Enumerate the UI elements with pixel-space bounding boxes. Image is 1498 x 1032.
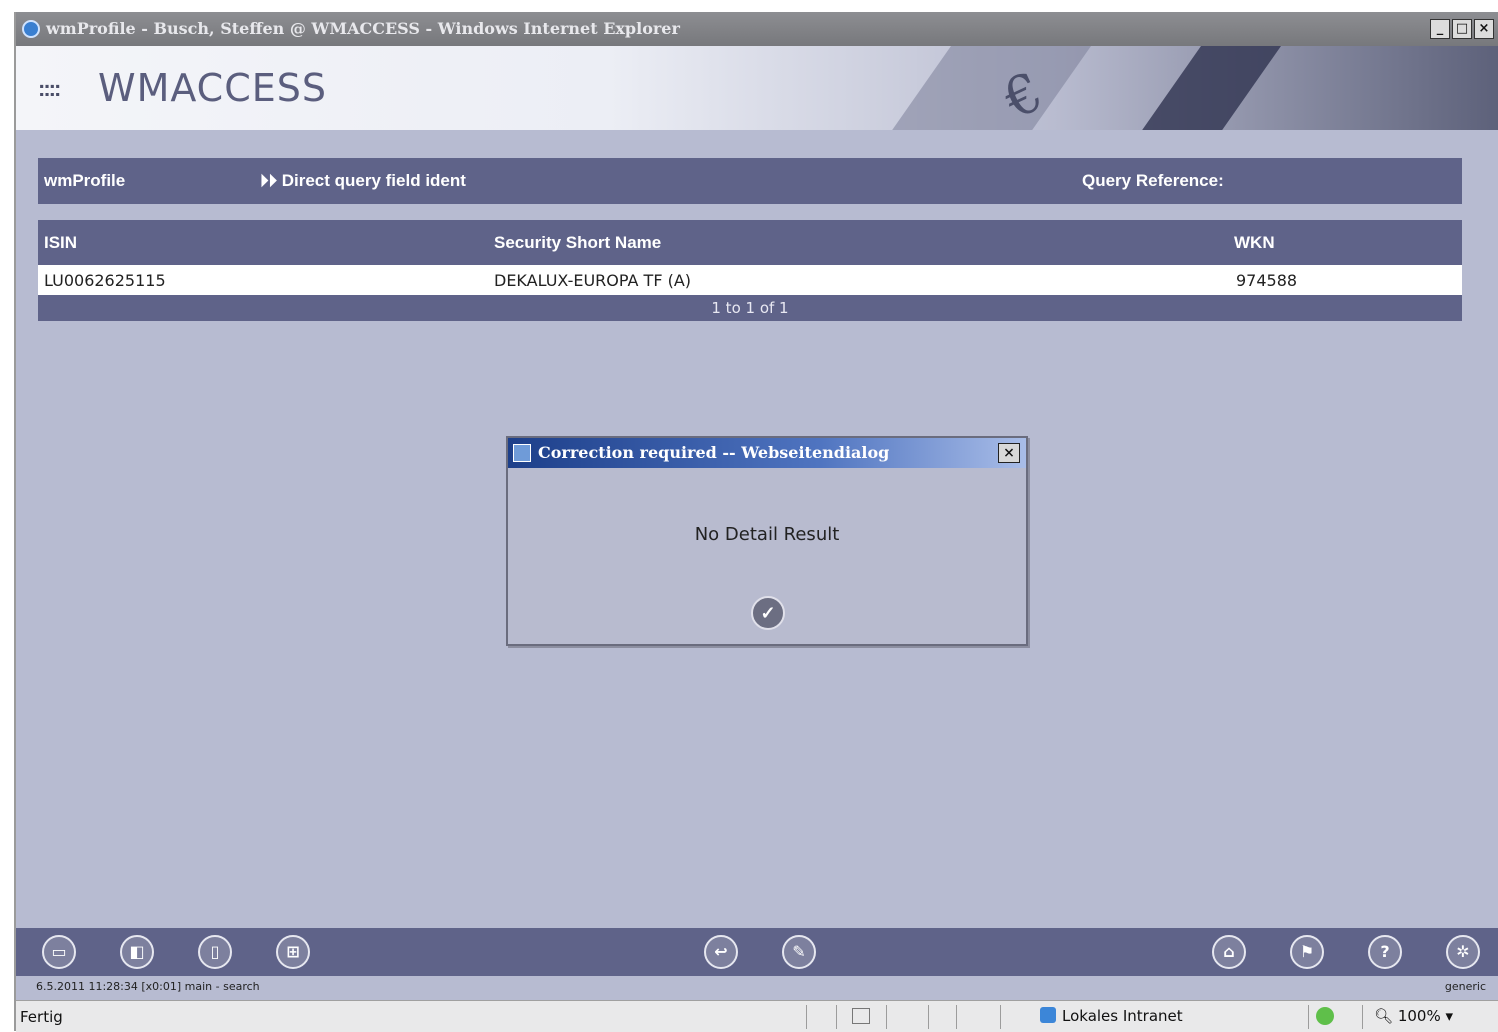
status-divider [928, 1005, 929, 1029]
home-button[interactable]: ⌂ [1212, 935, 1246, 969]
ie-icon [22, 20, 40, 38]
cell-security-short-name: DEKALUX-EUROPA TF (A) [494, 271, 692, 290]
help-button[interactable]: ? [1368, 935, 1402, 969]
status-divider [1362, 1005, 1363, 1029]
results-table-header: ISIN Security Short Name WKN [38, 220, 1462, 265]
zone-label: Lokales Intranet [1062, 1007, 1183, 1025]
security-zone[interactable]: Lokales Intranet [1040, 1007, 1183, 1025]
window-title: wmProfile - Busch, Steffen @ WMACCESS - … [46, 19, 680, 38]
column-header-isin[interactable]: ISIN [44, 233, 77, 253]
settings-button[interactable]: ✲ [1446, 935, 1480, 969]
toolbar-button-4[interactable]: ⊞ [276, 935, 310, 969]
toolbar-button-2[interactable]: ◧ [120, 935, 154, 969]
toolbar-button-5[interactable]: ↩ [704, 935, 738, 969]
status-divider [886, 1005, 887, 1029]
intranet-icon [1040, 1007, 1056, 1023]
cell-wkn: 974588 [1236, 271, 1298, 290]
bottom-toolbar: ▭ ◧ ▯ ⊞ ↩ ✎ ⌂ ⚑ ? ✲ [16, 928, 1498, 976]
title-bar: wmProfile - Busch, Steffen @ WMACCESS - … [16, 12, 1498, 46]
query-mode: ⏵⏵ Direct query field ident [260, 171, 466, 190]
correction-dialog: Correction required -- Webseitendialog ×… [506, 436, 1028, 646]
toolbar-button-1[interactable]: ▭ [42, 935, 76, 969]
toolbar-button-3[interactable]: ▯ [198, 935, 232, 969]
dialog-title: Correction required -- Webseitendialog [538, 443, 890, 462]
table-row[interactable]: LU0062625115 DEKALUX-EUROPA TF (A) 97458… [38, 265, 1462, 295]
status-divider [836, 1005, 837, 1029]
status-text: Fertig [20, 1008, 63, 1026]
window-controls: _ □ × [1430, 19, 1494, 39]
flag-button[interactable]: ⚑ [1290, 935, 1324, 969]
minimize-button[interactable]: _ [1430, 19, 1450, 39]
status-divider [1000, 1005, 1001, 1029]
column-header-wkn[interactable]: WKN [1234, 233, 1275, 253]
logo-dots-icon: :::: [38, 76, 61, 101]
brand-logo: WMACCESS [98, 66, 328, 110]
app-name: wmProfile [44, 171, 126, 190]
banner-decoration [866, 46, 1106, 130]
session-info: 6.5.2011 11:28:34 [x0:01] main - search [36, 980, 260, 993]
dialog-title-bar: Correction required -- Webseitendialog × [508, 438, 1026, 468]
toolbar-button-6[interactable]: ✎ [782, 935, 816, 969]
zoom-level[interactable]: 🔍︎ 100% ▾ [1374, 1007, 1453, 1025]
maximize-button[interactable]: □ [1452, 19, 1472, 39]
column-header-security-short-name[interactable]: Security Short Name [494, 233, 661, 253]
dialog-message: No Detail Result [694, 524, 840, 545]
dialog-ok-button[interactable]: ✓ [751, 596, 785, 630]
pagination-info: 1 to 1 of 1 [38, 295, 1462, 321]
dialog-icon [513, 444, 531, 462]
query-header: wmProfile ⏵⏵ Direct query field ident Qu… [38, 158, 1462, 204]
protected-mode-icon[interactable] [1316, 1007, 1334, 1025]
dialog-close-button[interactable]: × [998, 443, 1020, 463]
status-divider [1308, 1005, 1309, 1029]
close-button[interactable]: × [1474, 19, 1494, 39]
cell-isin: LU0062625115 [44, 271, 166, 290]
page-icon [852, 1008, 870, 1024]
browser-window: wmProfile - Busch, Steffen @ WMACCESS - … [14, 12, 1498, 1032]
status-divider [806, 1005, 807, 1029]
app-banner: € :::: WMACCESS [16, 46, 1498, 130]
browser-status-bar: Fertig Lokales Intranet 🔍︎ 100% ▾ [16, 1000, 1498, 1032]
mode-info: generic [1444, 980, 1486, 993]
query-reference-label: Query Reference: [1082, 171, 1224, 190]
banner-decoration-dark [1116, 46, 1296, 130]
zoom-value: 100% [1397, 1007, 1441, 1025]
info-bar: 6.5.2011 11:28:34 [x0:01] main - search … [16, 976, 1498, 998]
status-divider [956, 1005, 957, 1029]
